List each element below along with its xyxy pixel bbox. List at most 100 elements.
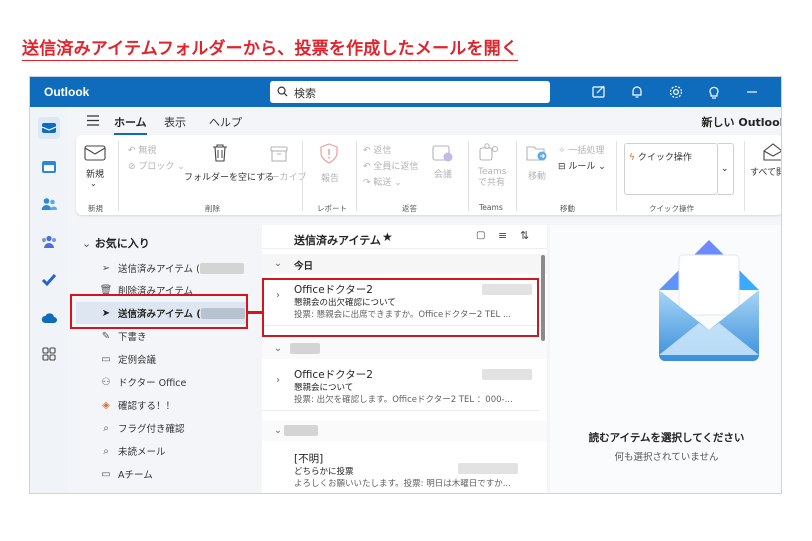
folder-label: 確認する！！ bbox=[118, 401, 176, 412]
forward-button[interactable]: ↷ 転送 ⌄ bbox=[363, 175, 402, 188]
select-mode-icon[interactable]: ▢ bbox=[476, 230, 485, 241]
rail-mail[interactable] bbox=[38, 117, 60, 139]
ribbon-separator bbox=[744, 141, 745, 211]
new-mail-icon bbox=[84, 145, 106, 161]
group-teams-label: Teams bbox=[479, 203, 503, 212]
rail-calendar[interactable] bbox=[38, 155, 60, 177]
chevron-down-icon: ⌄ bbox=[82, 237, 95, 250]
message-item[interactable]: [不明] どちらかに投票 よろしくお願いいたします。投票: 明日は木曜日ですか.… bbox=[262, 443, 540, 493]
highlight-connector bbox=[248, 311, 262, 314]
group-header-today[interactable]: ⌄ 今日 bbox=[262, 254, 547, 274]
gear-icon[interactable] bbox=[668, 84, 684, 100]
quick-steps-label: クイック操作 bbox=[637, 153, 692, 163]
folder-unread[interactable]: ⌕ 未読メール bbox=[76, 440, 246, 462]
tag-icon: ◈ bbox=[102, 399, 110, 411]
message-item[interactable]: › Officeドクター2 懇親会について 投票: 出欠を確認します。Offic… bbox=[262, 359, 540, 411]
folder-sent-items[interactable]: ➢ 送信済みアイテム ( bbox=[76, 257, 246, 279]
search-placeholder: 検索 bbox=[294, 87, 316, 100]
sort-icon[interactable]: ⇅ bbox=[520, 229, 529, 242]
scrollbar-thumb[interactable] bbox=[541, 255, 545, 341]
empty-folder-icon bbox=[213, 144, 227, 162]
message-subject: どちらかに投票 bbox=[294, 467, 354, 477]
tab-help[interactable]: ヘルプ bbox=[209, 114, 242, 130]
filter-icon[interactable]: ≡ bbox=[498, 229, 507, 242]
message-sender: Officeドクター2 bbox=[294, 369, 373, 381]
quick-steps-dropdown[interactable]: ⌄ bbox=[718, 143, 734, 195]
reply-all-button[interactable]: ↶ 全員に返信 bbox=[363, 159, 418, 172]
minimize-icon[interactable] bbox=[744, 84, 760, 100]
envelope-illustration bbox=[659, 240, 759, 361]
folder-flagged[interactable]: ⌕ フラグ付き確認 bbox=[76, 417, 246, 439]
block-button[interactable]: ⊘ ブロック ⌄ bbox=[128, 159, 185, 172]
sweep-button[interactable]: ✧ 一括処理 bbox=[558, 143, 604, 156]
folder-pane: ⌄ お気に入り ➢ 送信済みアイテム ( 🗑 削除済みアイテム ➤ 送信済みアイテム … bbox=[68, 225, 258, 493]
rail-people[interactable] bbox=[38, 193, 60, 215]
folder-a-team[interactable]: ▭ Aチーム bbox=[76, 463, 246, 485]
group-report-label: レポート bbox=[317, 204, 347, 213]
rail-more-apps[interactable] bbox=[38, 343, 60, 365]
folder-to-check[interactable]: ◈ 確認する！！ bbox=[76, 394, 246, 416]
rules-label: ルール bbox=[568, 162, 596, 172]
lightbulb-icon[interactable] bbox=[706, 84, 722, 100]
rail-todo[interactable] bbox=[38, 269, 60, 291]
tab-view[interactable]: 表示 bbox=[164, 114, 186, 130]
hamburger-menu-icon[interactable] bbox=[86, 115, 100, 126]
rail-onedrive[interactable] bbox=[38, 307, 60, 329]
chevron-down-icon: ⌄ bbox=[274, 343, 282, 354]
meeting-icon bbox=[432, 145, 453, 162]
chevron-down-icon: ⌄ bbox=[274, 425, 282, 436]
search-folder-icon: ⌕ bbox=[103, 445, 109, 457]
compose-note-icon[interactable] bbox=[591, 84, 607, 100]
folder-doctor-office[interactable]: ⚇ ドクター Office bbox=[76, 371, 246, 393]
reply-button[interactable]: ↶ 返信 bbox=[363, 143, 391, 156]
chevron-down-icon: ⌄ bbox=[274, 258, 282, 269]
app-rail bbox=[30, 107, 68, 493]
search-box[interactable]: 検索 bbox=[270, 81, 550, 103]
quick-steps-button[interactable]: ϟ クイック操作 bbox=[629, 150, 692, 163]
chevron-down-icon: ⌄ bbox=[721, 164, 729, 174]
folder-label: Aチーム bbox=[118, 470, 153, 481]
report-button[interactable]: 報告 bbox=[321, 171, 339, 184]
mark-all-read-button[interactable]: すべて開封済 bbox=[750, 165, 781, 178]
move-button[interactable]: 移動 bbox=[528, 169, 546, 182]
teams-icon bbox=[479, 143, 498, 161]
tab-home[interactable]: ホーム bbox=[114, 114, 147, 135]
folder-label: 未読メール bbox=[118, 447, 166, 458]
group-header-redacted[interactable]: ⌄ bbox=[262, 421, 547, 441]
group-label: 今日 bbox=[294, 261, 314, 272]
ribbon-tab-bar: ホーム 表示 ヘルプ 新しい Outlook bbox=[68, 107, 781, 135]
star-icon[interactable]: ★ bbox=[382, 230, 393, 244]
favorites-header[interactable]: ⌄ お気に入り bbox=[82, 235, 150, 251]
ignore-button[interactable]: ↶ 無視 bbox=[128, 143, 156, 156]
chevron-right-icon: › bbox=[276, 375, 280, 386]
apps-icon bbox=[42, 347, 56, 361]
quick-steps-box[interactable]: ϟ クイック操作 bbox=[624, 143, 718, 195]
meeting-button[interactable]: 会議 bbox=[434, 167, 452, 180]
redacted-date bbox=[284, 425, 318, 436]
new-mail-dropdown[interactable]: ⌄ bbox=[90, 179, 97, 188]
archive-icon bbox=[270, 146, 288, 162]
redacted-time bbox=[482, 369, 532, 380]
empty-folder-button[interactable]: フォルダーを空にする bbox=[184, 170, 274, 183]
archive-button[interactable]: アーカイブ bbox=[262, 170, 306, 183]
rules-button[interactable]: ⊟ ルール ⌄ bbox=[558, 159, 606, 172]
rail-teams[interactable] bbox=[38, 231, 60, 253]
instruction-caption: 送信済みアイテムフォルダーから、投票を作成したメールを開く bbox=[22, 39, 519, 61]
new-outlook-toggle[interactable]: 新しい Outlook bbox=[702, 114, 781, 130]
sweep-icon: ✧ bbox=[558, 146, 569, 156]
folder-regular-meeting[interactable]: ▭ 定例会議 bbox=[76, 348, 246, 370]
groups-icon bbox=[42, 235, 56, 248]
folder-label: 送信済みアイテム ( bbox=[118, 264, 200, 275]
bell-icon[interactable] bbox=[629, 84, 645, 100]
move-to-folder-icon bbox=[526, 146, 547, 161]
group-header-redacted[interactable]: ⌄ bbox=[262, 339, 547, 359]
block-label: ブロック bbox=[138, 162, 175, 172]
share-to-teams-button[interactable]: Teams で共有 bbox=[478, 167, 514, 189]
app-name: Outlook bbox=[44, 85, 90, 99]
title-bar: Outlook 検索 bbox=[30, 77, 781, 107]
folder-label: 定例会議 bbox=[118, 355, 157, 366]
ribbon: 新規 ⌄ 新規 ↶ 無視 ⊘ ブロック ⌄ フォルダーを空にする アーカイブ 削… bbox=[76, 135, 781, 215]
shield-alert-icon bbox=[320, 143, 338, 164]
block-icon: ⊘ bbox=[128, 162, 139, 172]
people-icon bbox=[41, 198, 57, 210]
